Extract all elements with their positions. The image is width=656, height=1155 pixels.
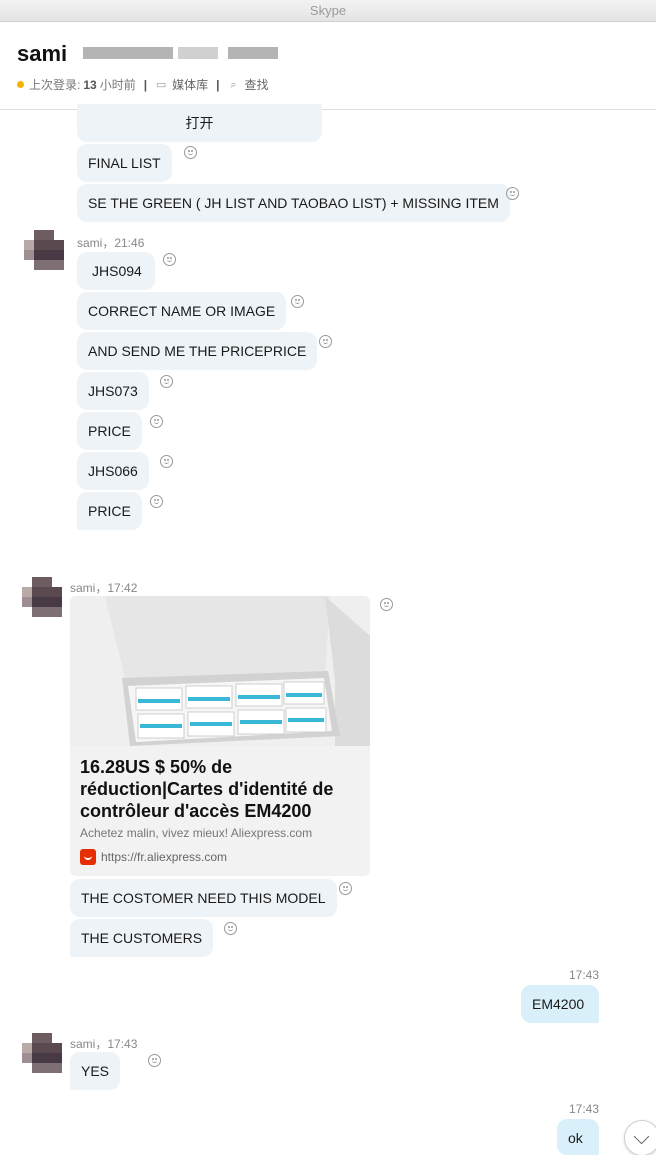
message-bubble[interactable]: CORRECT NAME OR IMAGE	[77, 292, 287, 330]
redacted-name	[228, 47, 278, 59]
avatar[interactable]	[22, 577, 62, 617]
reaction-smiley-icon[interactable]	[506, 187, 519, 200]
card-source[interactable]: https://fr.aliexpress.com	[80, 849, 227, 865]
message-time: 17:43	[569, 1102, 600, 1116]
window-title: Skype	[0, 0, 656, 22]
contact-name[interactable]: sami	[17, 41, 67, 67]
message-meta: sami，17:43	[70, 1037, 138, 1051]
message-bubble[interactable]: JHS066	[77, 452, 149, 490]
card-source-url[interactable]: https://fr.aliexpress.com	[101, 850, 227, 864]
aliexpress-logo-icon	[80, 849, 96, 865]
reaction-smiley-icon[interactable]	[184, 146, 197, 159]
last-login-value: 13	[83, 77, 97, 92]
header-subline: 上次登录: 13 小时前 | ▭ 媒体库 | ⌕ 查找	[17, 76, 268, 93]
open-file-button[interactable]: 打开	[186, 115, 214, 131]
reaction-smiley-icon[interactable]	[224, 922, 237, 935]
find-link[interactable]: 查找	[244, 76, 268, 93]
reaction-smiley-icon[interactable]	[163, 253, 176, 266]
outgoing-message-bubble[interactable]: ok	[557, 1119, 599, 1155]
reaction-smiley-icon[interactable]	[148, 1054, 161, 1067]
reaction-smiley-icon[interactable]	[150, 415, 163, 428]
reaction-smiley-icon[interactable]	[339, 882, 352, 895]
message-time: 17:43	[569, 968, 600, 982]
reaction-smiley-icon[interactable]	[380, 598, 393, 611]
link-preview-card[interactable]: 16.28US $ 50% de réduction|Cartes d'iden…	[70, 596, 370, 876]
divider: |	[143, 77, 148, 92]
message-bubble[interactable]: JHS073	[77, 372, 149, 410]
skype-window: Skype sami 上次登录: 13 小时前 | ▭ 媒体库 | ⌕ 查找 打…	[0, 0, 656, 1155]
media-gallery-link[interactable]: 媒体库	[172, 76, 208, 93]
message-bubble[interactable]: PRICE	[77, 412, 142, 450]
message-bubble[interactable]: 打开	[77, 104, 322, 142]
reaction-smiley-icon[interactable]	[160, 375, 173, 388]
message-bubble[interactable]: THE COSTOMER NEED THIS MODEL	[70, 879, 337, 917]
avatar[interactable]	[22, 1033, 62, 1073]
presence-away-icon	[17, 81, 24, 88]
reaction-smiley-icon[interactable]	[150, 495, 163, 508]
last-login-label: 上次登录:	[29, 78, 81, 92]
conversation-header: sami 上次登录: 13 小时前 | ▭ 媒体库 | ⌕ 查找	[0, 22, 656, 110]
message-bubble[interactable]: FINAL LIST	[77, 144, 172, 182]
outgoing-message-bubble[interactable]: EM4200	[521, 985, 599, 1023]
reaction-smiley-icon[interactable]	[319, 335, 332, 348]
card-title[interactable]: 16.28US $ 50% de réduction|Cartes d'iden…	[80, 756, 365, 822]
card-description: Achetez malin, vivez mieux! Aliexpress.c…	[80, 826, 313, 840]
message-bubble[interactable]: THE CUSTOMERS	[70, 919, 214, 957]
search-icon[interactable]: ⌕	[227, 79, 239, 91]
product-image[interactable]	[70, 596, 370, 746]
gallery-icon[interactable]: ▭	[155, 79, 167, 91]
message-meta: sami，17:42	[70, 581, 138, 595]
redacted-name	[83, 47, 173, 59]
avatar[interactable]	[24, 230, 64, 270]
scroll-to-bottom-button[interactable]	[624, 1120, 656, 1155]
reaction-smiley-icon[interactable]	[291, 295, 304, 308]
message-bubble[interactable]: AND SEND ME THE PRICEPRICE	[77, 332, 318, 370]
card-box-illustration	[70, 596, 370, 746]
message-bubble[interactable]: YES	[70, 1052, 121, 1090]
message-bubble[interactable]: PRICE	[77, 492, 142, 530]
message-bubble[interactable]: JHS094	[77, 252, 155, 290]
message-meta: sami，21:46	[77, 236, 145, 250]
message-bubble[interactable]: SE THE GREEN ( JH LIST AND TAOBAO LIST) …	[77, 184, 510, 222]
last-login-unit: 小时前	[99, 78, 136, 92]
reaction-smiley-icon[interactable]	[160, 455, 173, 468]
redacted-name	[178, 47, 218, 59]
divider: |	[216, 77, 220, 92]
